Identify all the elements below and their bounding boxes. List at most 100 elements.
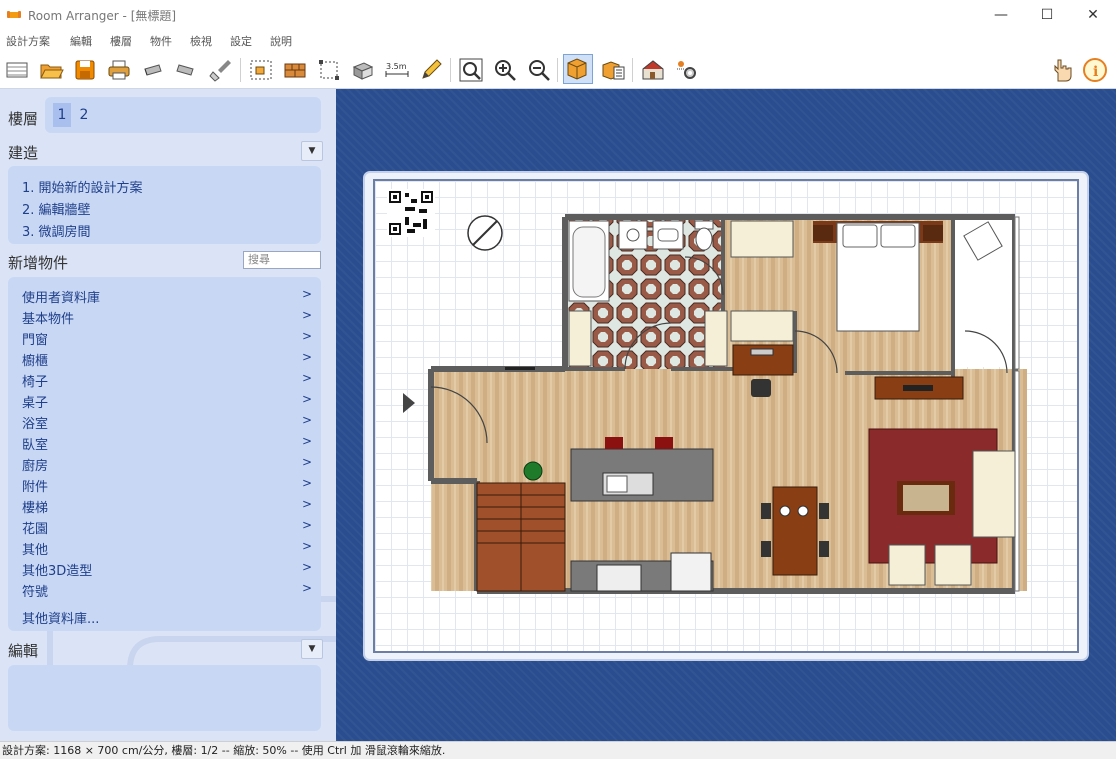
build-panel: 1. 開始新的設計方案 2. 編輯牆壁 3. 微調房間 [8, 166, 321, 244]
wall-icon[interactable] [282, 57, 308, 83]
chevron-right-icon: > [301, 350, 312, 364]
minimize-button[interactable]: — [978, 0, 1024, 30]
object-search-input[interactable]: 搜尋 [243, 251, 321, 269]
add-objects-title: 新增物件 [8, 254, 69, 272]
bathtub [568, 220, 610, 302]
chevron-right-icon: > [301, 497, 312, 511]
floor-plan [428, 214, 1027, 594]
redo-icon[interactable] [174, 57, 200, 83]
category-bathroom[interactable]: 浴室 > [22, 413, 312, 432]
room-edit-icon[interactable] [248, 57, 274, 83]
zoom-in-icon[interactable] [492, 57, 518, 83]
build-link-adjust-rooms[interactable]: 3. 微調房間 [22, 221, 91, 240]
category-doors-windows[interactable]: 門窗 > [22, 329, 312, 348]
hand-icon[interactable] [1048, 57, 1074, 83]
category-kitchen[interactable]: 廚房 > [22, 455, 312, 474]
category-tables[interactable]: 桌子 > [22, 392, 312, 411]
build-collapse-button[interactable]: ▼ [301, 141, 323, 161]
edit-collapse-button[interactable]: ▼ [301, 639, 323, 659]
toolbar-separator [557, 58, 558, 82]
menu-bar: 設計方案 編輯 樓層 物件 檢視 設定 說明 [0, 30, 1116, 50]
title-bar: Room Arranger - [無標題] — ☐ ✕ [0, 0, 1116, 30]
status-bar: 設計方案: 1168 × 700 cm/公分, 樓層: 1/2 -- 縮放: 5… [0, 741, 1116, 759]
floor-plan-sheet[interactable] [373, 179, 1079, 653]
undo-icon[interactable] [140, 57, 166, 83]
3d-view-icon[interactable] [600, 57, 626, 83]
entrance-arrow-icon [403, 393, 415, 413]
floor-panel: 1 2 [45, 97, 321, 133]
category-bedroom[interactable]: 臥室 > [22, 434, 312, 453]
chevron-right-icon: > [301, 287, 312, 301]
sidebar: 樓層 1 2 建造 ▼ 1. 開始新的設計方案 2. 編輯牆壁 3. 微調房間 … [0, 89, 340, 741]
toolbar-separator [450, 58, 451, 82]
chevron-right-icon: > [301, 539, 312, 553]
toolbar: 3.5m i [0, 52, 1116, 89]
category-chairs[interactable]: 椅子 > [22, 371, 312, 390]
pencil-icon[interactable] [418, 57, 444, 83]
category-cabinets[interactable]: 櫥櫃 > [22, 350, 312, 369]
close-button[interactable]: ✕ [1070, 0, 1116, 30]
chevron-right-icon: > [301, 476, 312, 490]
save-icon[interactable] [72, 57, 98, 83]
chevron-right-icon: > [301, 392, 312, 406]
menu-help[interactable]: 說明 [270, 33, 292, 49]
build-link-new-project[interactable]: 1. 開始新的設計方案 [22, 177, 143, 196]
menu-object[interactable]: 物件 [150, 33, 172, 49]
house-3d-icon[interactable] [640, 57, 666, 83]
2d-view-icon[interactable] [563, 54, 593, 84]
bathroom-fixtures [618, 220, 714, 251]
chevron-right-icon: > [301, 413, 312, 427]
compass-icon [467, 215, 503, 251]
build-link-edit-walls[interactable]: 2. 編輯牆壁 [22, 199, 91, 218]
chevron-right-icon: > [301, 371, 312, 385]
select-area-icon[interactable] [316, 57, 342, 83]
design-canvas-area[interactable] [336, 89, 1116, 741]
menu-project[interactable]: 設計方案 [6, 33, 50, 49]
chevron-right-icon: > [301, 518, 312, 532]
floor-tab-2[interactable]: 2 [75, 103, 93, 127]
plant [523, 461, 543, 481]
chevron-right-icon: > [301, 581, 312, 595]
living-room-set [868, 428, 1016, 586]
menu-view[interactable]: 檢視 [190, 33, 212, 49]
floor-label: 樓層 [8, 110, 39, 128]
menu-floor[interactable]: 樓層 [110, 33, 132, 49]
object-move-icon[interactable] [350, 57, 376, 83]
maximize-button[interactable]: ☐ [1024, 0, 1070, 30]
clear-icon[interactable] [208, 57, 234, 83]
floor-plan-drawing[interactable] [375, 181, 1077, 651]
measure-icon[interactable]: 3.5m [384, 57, 410, 83]
app-sofa-icon [7, 11, 21, 18]
tv-cabinet [874, 376, 964, 400]
window [1014, 216, 1020, 370]
settings-gear-icon[interactable] [674, 57, 700, 83]
menu-settings[interactable]: 設定 [230, 33, 252, 49]
category-accessories[interactable]: 附件 > [22, 476, 312, 495]
chevron-right-icon: > [301, 434, 312, 448]
category-garden[interactable]: 花園 > [22, 518, 312, 537]
staircase [476, 482, 566, 592]
category-user-library[interactable]: 使用者資料庫 > [22, 287, 312, 306]
new-project-icon[interactable] [4, 57, 30, 83]
category-other[interactable]: 其他 > [22, 539, 312, 558]
wardrobe [730, 220, 794, 258]
open-folder-icon[interactable] [38, 57, 64, 83]
info-icon[interactable]: i [1082, 57, 1108, 83]
measure-label: 3.5m [386, 62, 407, 71]
svg-text:i: i [1093, 64, 1098, 80]
category-other-3d[interactable]: 其他3D造型 > [22, 560, 312, 579]
floor-tab-1[interactable]: 1 [53, 103, 71, 127]
chevron-right-icon: > [301, 455, 312, 469]
category-symbols[interactable]: 符號 > [22, 581, 312, 600]
print-icon[interactable] [106, 57, 132, 83]
bath-cabinet [568, 310, 592, 367]
zoom-fit-icon[interactable] [458, 57, 484, 83]
window [505, 367, 535, 370]
zoom-out-icon[interactable] [526, 57, 552, 83]
other-libraries-link[interactable]: 其他資料庫... [22, 608, 312, 627]
menu-edit[interactable]: 編輯 [70, 33, 92, 49]
qr-code [387, 189, 435, 237]
toolbar-separator [240, 58, 241, 82]
category-stairs[interactable]: 樓梯 > [22, 497, 312, 516]
category-basic-objects[interactable]: 基本物件 > [22, 308, 312, 327]
